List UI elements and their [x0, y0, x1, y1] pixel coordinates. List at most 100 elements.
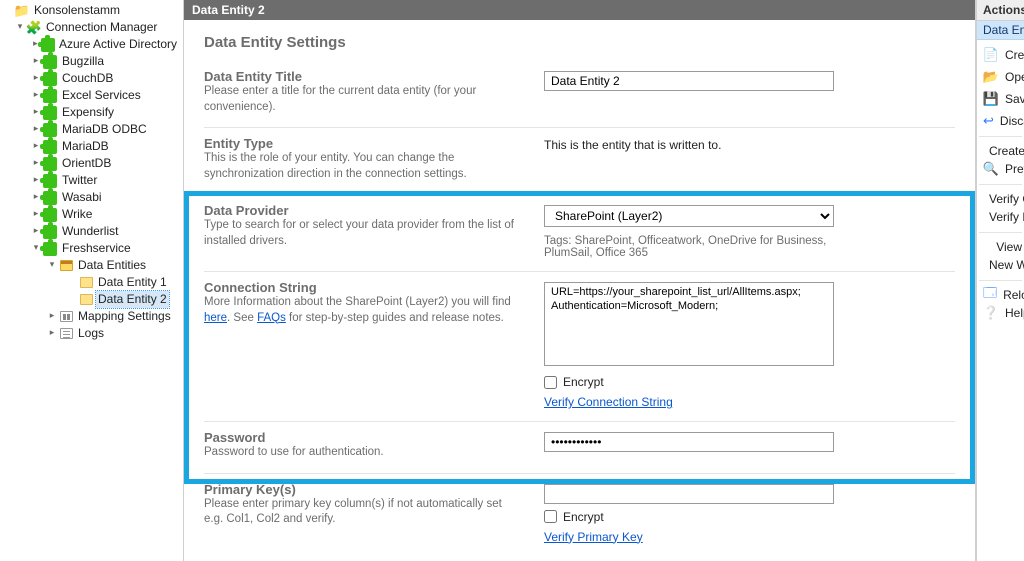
expander-icon[interactable]	[46, 307, 58, 324]
tree-data-entities[interactable]: Data Entities	[0, 257, 183, 274]
tree-connection[interactable]: Azure Active Directory	[0, 36, 183, 53]
puzzle-icon	[41, 38, 55, 52]
field-label: Primary Key(s)	[204, 482, 524, 497]
connection-string-textarea[interactable]: URL=https://your_sharepoint_list_url/All…	[544, 282, 834, 366]
field-primary-key: Primary Key(s) Please enter primary key …	[204, 474, 955, 556]
tree-connection[interactable]: Wunderlist	[0, 223, 183, 240]
logs-icon	[60, 328, 73, 339]
preview-icon	[983, 161, 999, 177]
entity-icon	[80, 294, 93, 305]
tree-connection[interactable]: Bugzilla	[0, 53, 183, 70]
panel-title: Data Entity 2	[184, 0, 975, 20]
action-create-new[interactable]: Create New Connection	[979, 44, 1022, 66]
puzzle-icon	[43, 242, 57, 256]
tree-connection[interactable]: Expensify	[0, 104, 183, 121]
action-verify-dynamic[interactable]: Verify Dynamic Columns	[979, 206, 1022, 228]
action-create-dynamic[interactable]: Create Dynamic Columns	[979, 136, 1022, 158]
field-label: Entity Type	[204, 136, 524, 151]
actions-pane: Actions Data Entity 2 Create New Connect…	[976, 0, 1024, 561]
action-help[interactable]: Help	[979, 302, 1022, 324]
puzzle-icon	[43, 140, 57, 154]
tree-connection[interactable]: Wrike	[0, 206, 183, 223]
tree-connection[interactable]: MariaDB	[0, 138, 183, 155]
field-data-provider: Data Provider Type to search for or sele…	[204, 195, 955, 272]
field-label: Data Provider	[204, 203, 524, 218]
tree-entity-2[interactable]: Data Entity 2	[0, 291, 183, 308]
help-icon	[983, 305, 999, 321]
action-open-folder[interactable]: Open Connection Folder	[979, 66, 1022, 88]
manager-icon: 🧩	[26, 20, 42, 36]
puzzle-icon	[43, 191, 57, 205]
field-description: Password to use for authentication.	[204, 445, 524, 461]
tree-connection[interactable]: CouchDB	[0, 70, 183, 87]
reload-icon	[983, 287, 997, 303]
field-label: Password	[204, 430, 524, 445]
entity-icon	[80, 277, 93, 288]
encrypt-connection-checkbox[interactable]	[544, 376, 557, 389]
action-new-window[interactable]: New Window from Here	[979, 254, 1022, 276]
tree-connection[interactable]: Excel Services	[0, 87, 183, 104]
entity-title-input[interactable]	[544, 71, 834, 91]
action-preview[interactable]: Preview Data	[979, 158, 1022, 180]
actions-header: Actions	[977, 0, 1024, 21]
tree-connection[interactable]: OrientDB	[0, 155, 183, 172]
puzzle-icon	[43, 55, 57, 69]
box-icon	[60, 260, 73, 271]
verify-primary-key-link[interactable]: Verify Primary Key	[544, 530, 643, 544]
tree-connection-manager[interactable]: 🧩Connection Manager	[0, 19, 183, 36]
entity-type-value: This is the entity that is written to.	[544, 138, 955, 152]
form-scroll-area[interactable]: Data Entity Settings Data Entity Title P…	[184, 20, 975, 561]
save-icon	[983, 91, 999, 107]
expander-icon[interactable]	[46, 256, 58, 273]
field-entity-type: Entity Type This is the role of your ent…	[204, 128, 955, 195]
primary-key-input[interactable]	[544, 484, 834, 504]
mapping-icon	[60, 311, 73, 322]
field-description: Please enter a title for the current dat…	[204, 84, 524, 115]
tree-connection[interactable]: Twitter	[0, 172, 183, 189]
encrypt-label: Encrypt	[563, 375, 604, 389]
field-description: Type to search for or select your data p…	[204, 218, 524, 249]
tree-mapping-settings[interactable]: Mapping Settings	[0, 308, 183, 325]
expander-icon[interactable]	[46, 324, 58, 341]
provider-tags: Tags: SharePoint, Officeatwork, OneDrive…	[544, 235, 834, 259]
puzzle-icon	[43, 174, 57, 188]
tree-logs[interactable]: Logs	[0, 325, 183, 342]
discard-icon	[983, 113, 994, 129]
action-save[interactable]: Save Changes	[979, 88, 1022, 110]
action-view[interactable]: View	[979, 232, 1022, 254]
actions-selected-item: Data Entity 2	[977, 21, 1024, 40]
verify-connection-string-link[interactable]: Verify Connection String	[544, 395, 673, 409]
open-folder-icon	[983, 69, 999, 85]
field-password: Password Password to use for authenticat…	[204, 422, 955, 474]
puzzle-icon	[43, 72, 57, 86]
action-discard[interactable]: Discard Changes	[979, 110, 1022, 132]
tree-connection[interactable]: Wasabi	[0, 189, 183, 206]
puzzle-icon	[43, 208, 57, 222]
folder-icon: 📁	[14, 3, 30, 19]
puzzle-icon	[43, 89, 57, 103]
tree-root[interactable]: 📁Konsolenstamm	[0, 2, 183, 19]
tree-connection-open[interactable]: Freshservice	[0, 240, 183, 257]
puzzle-icon	[43, 157, 57, 171]
new-file-icon	[983, 47, 999, 63]
puzzle-icon	[43, 106, 57, 120]
encrypt-pk-checkbox[interactable]	[544, 510, 557, 523]
password-input[interactable]	[544, 432, 834, 452]
expander-icon[interactable]	[14, 18, 26, 35]
action-reload[interactable]: Reload Connections	[979, 280, 1022, 302]
field-label: Connection String	[204, 280, 524, 295]
main-panel: Data Entity 2 Data Entity Settings Data …	[184, 0, 976, 561]
field-entity-title: Data Entity Title Please enter a title f…	[204, 61, 955, 128]
action-verify-conn[interactable]: Verify Connection	[979, 184, 1022, 206]
here-link[interactable]: here	[204, 312, 227, 324]
blank-icon	[983, 239, 990, 255]
field-description: Please enter primary key column(s) if no…	[204, 497, 524, 528]
faqs-link[interactable]: FAQs	[257, 312, 286, 324]
tree-connection[interactable]: MariaDB ODBC	[0, 121, 183, 138]
puzzle-icon	[43, 123, 57, 137]
field-description: This is the role of your entity. You can…	[204, 151, 524, 182]
field-description: More Information about the SharePoint (L…	[204, 295, 524, 326]
data-provider-select[interactable]: SharePoint (Layer2)	[544, 205, 834, 227]
tree-entity-1[interactable]: Data Entity 1	[0, 274, 183, 291]
field-label: Data Entity Title	[204, 69, 524, 84]
